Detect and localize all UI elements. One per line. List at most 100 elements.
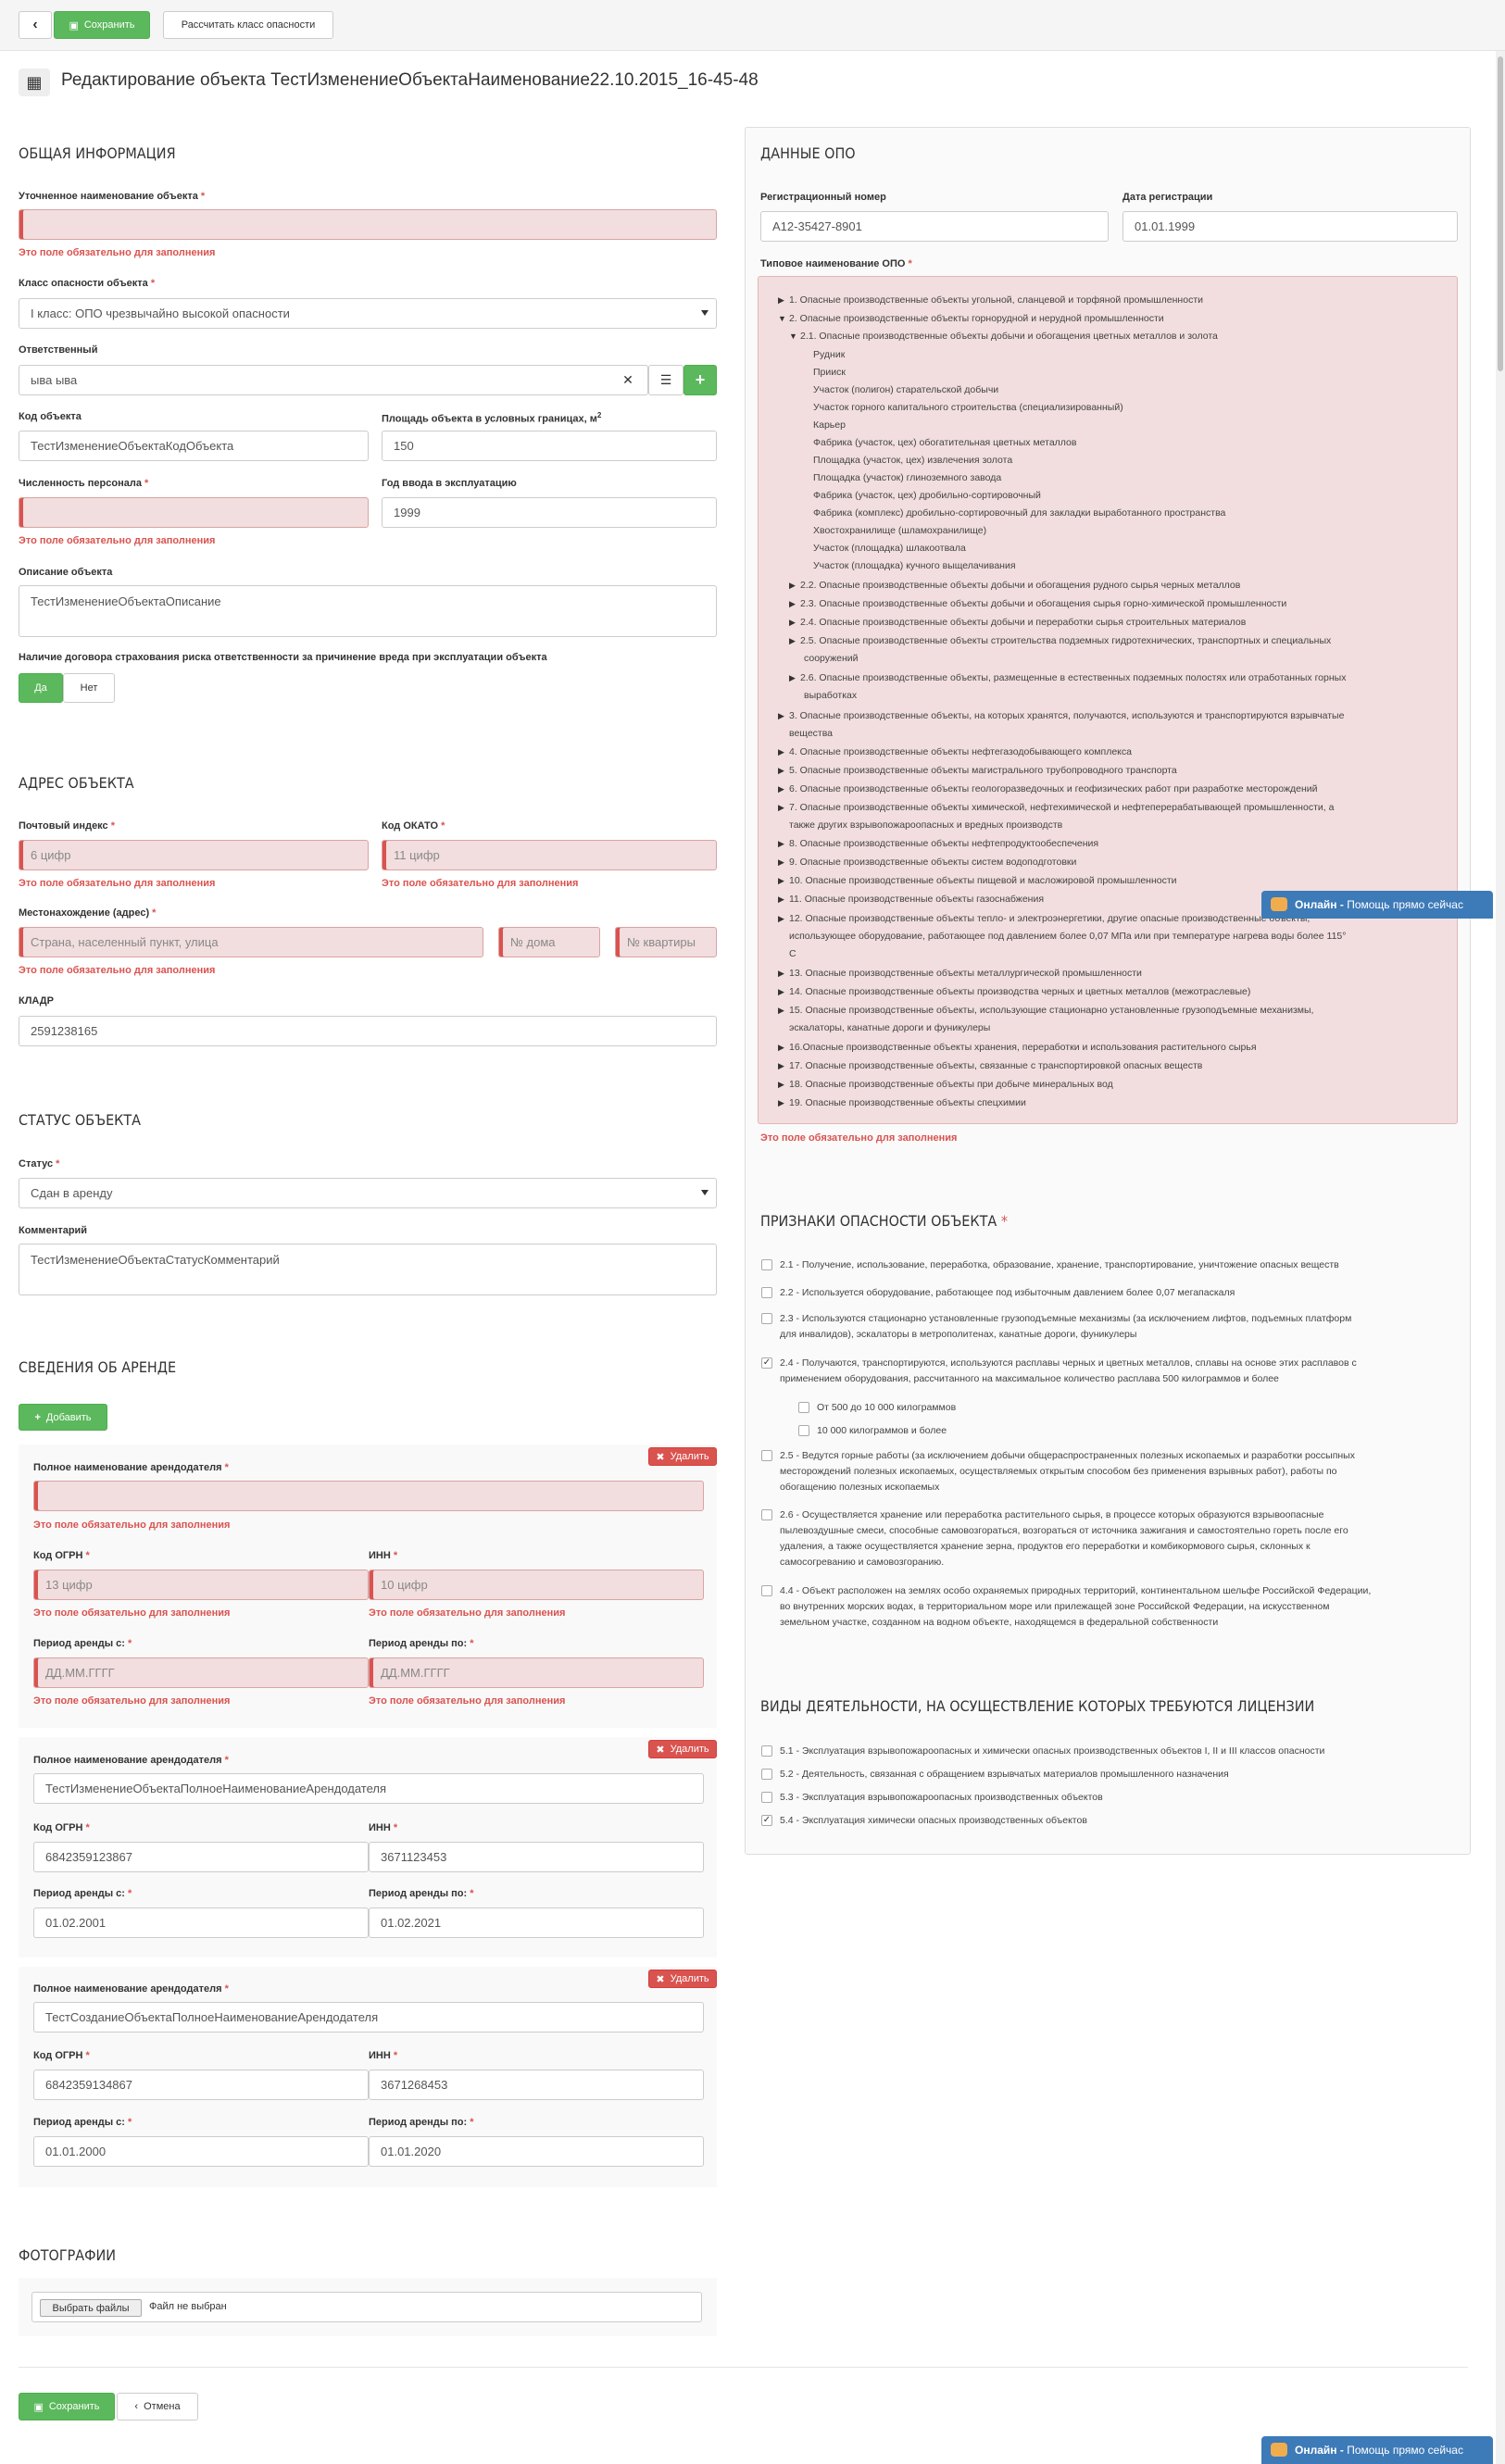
description-textarea[interactable]: ТестИзменениеОбъектаОписание	[19, 585, 717, 637]
caret-right-icon[interactable]: ▶	[778, 766, 789, 776]
choose-files-button[interactable]: Выбрать файлы	[40, 2299, 142, 2317]
status-select[interactable]: Сдан в аренду	[19, 1178, 717, 1208]
opo-tree-node[interactable]: ▶ 19. Опасные производственные объекты сп…	[778, 1097, 1026, 1108]
lease3-inn-input[interactable]: 3671268453	[369, 2070, 704, 2100]
scroll-thumb[interactable]	[1498, 56, 1503, 371]
opo-tree-node[interactable]: ▶ 12. Опасные производственные объекты те…	[778, 913, 1310, 924]
object-name-input[interactable]	[19, 209, 717, 240]
lease2-ogrn-input[interactable]: 6842359123867	[33, 1842, 369, 1872]
opo-tree-node[interactable]: ▶ 18. Опасные производственные объекты пр…	[778, 1079, 1113, 1090]
opo-tree-node[interactable]: ▶ 6. Опасные производственные объекты гео…	[778, 783, 1318, 794]
caret-right-icon[interactable]: ▶	[778, 1006, 789, 1016]
license-checkbox[interactable]	[761, 1745, 772, 1757]
opo-tree-node[interactable]: ▶ 7. Опасные производственные объекты хим…	[778, 802, 1334, 813]
delete-lease-3-button[interactable]: ✖ Удалить	[648, 1970, 717, 1988]
back-button[interactable]: ‹	[19, 11, 52, 39]
location-input[interactable]: Страна, населенный пункт, улица	[19, 927, 483, 957]
opo-tree-node[interactable]: ▶ 15. Опасные производственные объекты, и…	[778, 1005, 1313, 1016]
caret-right-icon[interactable]: ▶	[778, 876, 789, 886]
opo-tree-node[interactable]: ▶ 2.5. Опасные производственные объекты с…	[789, 635, 1331, 646]
sign-checkbox[interactable]: ✓	[761, 1357, 772, 1369]
sign-checkbox[interactable]	[761, 1509, 772, 1520]
insurance-no-button[interactable]: Нет	[63, 673, 115, 703]
caret-right-icon[interactable]: ▶	[789, 636, 800, 646]
caret-right-icon[interactable]: ▶	[778, 1080, 789, 1090]
caret-down-icon[interactable]: ▼	[778, 314, 789, 323]
opo-tree-node[interactable]: ▶ 2.6. Опасные производственные объекты, …	[789, 672, 1346, 683]
file-input[interactable]: Выбрать файлы Файл не выбран	[31, 2292, 702, 2322]
lease3-to-input[interactable]: 01.01.2020	[369, 2136, 704, 2167]
opo-tree-node[interactable]: ▶ 16.Опасные производственные объекты хра…	[778, 1042, 1257, 1053]
sign-checkbox[interactable]	[761, 1450, 772, 1461]
caret-right-icon[interactable]: ▶	[778, 914, 789, 924]
sign-checkbox[interactable]	[761, 1313, 772, 1324]
caret-right-icon[interactable]: ▶	[789, 673, 800, 683]
sign-checkbox[interactable]	[798, 1402, 809, 1413]
reg-date-input[interactable]: 01.01.1999	[1122, 211, 1458, 242]
page-scrollbar[interactable]	[1496, 51, 1505, 2464]
year-input[interactable]: 1999	[382, 497, 717, 528]
caret-right-icon[interactable]: ▶	[778, 857, 789, 868]
kladr-input[interactable]: 2591238165	[19, 1016, 717, 1046]
lease1-to-input[interactable]: ДД.ММ.ГГГГ	[369, 1657, 704, 1688]
save-button[interactable]: ▣ Сохранить	[54, 11, 150, 39]
opo-tree-node[interactable]: ▶ 1. Опасные производственные объекты уго…	[778, 294, 1203, 306]
opo-tree-node[interactable]: ▼ 2.1. Опасные производственные объекты д…	[789, 331, 1218, 342]
sign-checkbox[interactable]	[761, 1259, 772, 1270]
license-checkbox[interactable]	[761, 1769, 772, 1780]
caret-right-icon[interactable]: ▶	[778, 747, 789, 757]
lease2-inn-input[interactable]: 3671123453	[369, 1842, 704, 1872]
okato-input[interactable]: 11 цифр	[382, 840, 717, 870]
opo-tree-node[interactable]: ▶ 9. Опасные производственные объекты сис…	[778, 857, 1076, 868]
add-lease-button[interactable]: + Добавить	[19, 1404, 107, 1431]
lease2-to-input[interactable]: 01.02.2021	[369, 1907, 704, 1938]
caret-right-icon[interactable]: ▶	[778, 711, 789, 721]
caret-right-icon[interactable]: ▶	[778, 784, 789, 794]
calc-hazard-button[interactable]: Рассчитать класс опасности	[163, 11, 333, 39]
code-input[interactable]: ТестИзменениеОбъектаКодОбъекта	[19, 431, 369, 461]
opo-tree-node[interactable]: ▶ 2.2. Опасные производственные объекты д…	[789, 580, 1240, 591]
add-responsible-button[interactable]: +	[684, 365, 717, 395]
opo-tree-node[interactable]: ▶ 13. Опасные производственные объекты ме…	[778, 968, 1142, 979]
sign-checkbox[interactable]	[761, 1585, 772, 1596]
caret-right-icon[interactable]: ▶	[778, 1043, 789, 1053]
lease1-name-input[interactable]	[33, 1481, 704, 1511]
lease3-ogrn-input[interactable]: 6842359134867	[33, 2070, 369, 2100]
footer-cancel-button[interactable]: ‹ Отмена	[117, 2393, 198, 2420]
sign-checkbox[interactable]	[798, 1425, 809, 1436]
sign-checkbox[interactable]	[761, 1287, 772, 1298]
opo-tree-node[interactable]: ▶ 5. Опасные производственные объекты маг…	[778, 765, 1177, 776]
caret-right-icon[interactable]: ▶	[778, 987, 789, 997]
opo-tree-node[interactable]: ▶ 14. Опасные производственные объекты пр…	[778, 986, 1250, 997]
caret-right-icon[interactable]: ▶	[789, 599, 800, 609]
reg-number-input[interactable]: А12-35427-8901	[760, 211, 1109, 242]
opo-tree-node[interactable]: ▶ 4. Опасные производственные объекты неф…	[778, 746, 1132, 757]
opo-tree-node[interactable]: ▶ 2.4. Опасные производственные объекты д…	[789, 617, 1246, 628]
lease1-ogrn-input[interactable]: 13 цифр	[33, 1570, 369, 1600]
hazard-class-select[interactable]: I класс: ОПО чрезвычайно высокой опаснос…	[19, 298, 717, 329]
list-button[interactable]: ☰	[648, 365, 684, 395]
lease2-name-input[interactable]: ТестИзменениеОбъектаПолноеНаименованиеАр…	[33, 1773, 704, 1804]
caret-right-icon[interactable]: ▶	[778, 1061, 789, 1071]
caret-right-icon[interactable]: ▶	[778, 803, 789, 813]
caret-right-icon[interactable]: ▶	[778, 969, 789, 979]
chat-widget-bottom[interactable]: Онлайн - Помощь прямо сейчас	[1261, 2436, 1493, 2464]
footer-save-button[interactable]: ▣ Сохранить	[19, 2393, 115, 2420]
comment-textarea[interactable]: ТестИзменениеОбъектаСтатусКомментарий	[19, 1244, 717, 1295]
lease3-name-input[interactable]: ТестСозданиеОбъектаПолноеНаименованиеАре…	[33, 2002, 704, 2032]
caret-right-icon[interactable]: ▶	[789, 618, 800, 628]
area-input[interactable]: 150	[382, 431, 717, 461]
license-checkbox[interactable]: ✓	[761, 1815, 772, 1826]
lease2-from-input[interactable]: 01.02.2001	[33, 1907, 369, 1938]
caret-right-icon[interactable]: ▶	[778, 1098, 789, 1108]
postal-input[interactable]: 6 цифр	[19, 840, 369, 870]
caret-right-icon[interactable]: ▶	[778, 839, 789, 849]
house-input[interactable]: № дома	[498, 927, 600, 957]
responsible-input[interactable]: ыва ыва	[19, 365, 648, 395]
caret-right-icon[interactable]: ▶	[778, 894, 789, 905]
caret-right-icon[interactable]: ▶	[789, 581, 800, 591]
insurance-yes-button[interactable]: Да	[19, 673, 63, 703]
opo-tree-node[interactable]: ▶ 10. Опасные производственные объекты пи…	[778, 875, 1177, 886]
caret-right-icon[interactable]: ▶	[778, 295, 789, 306]
opo-tree-node[interactable]: ▶ 8. Опасные производственные объекты неф…	[778, 838, 1098, 849]
